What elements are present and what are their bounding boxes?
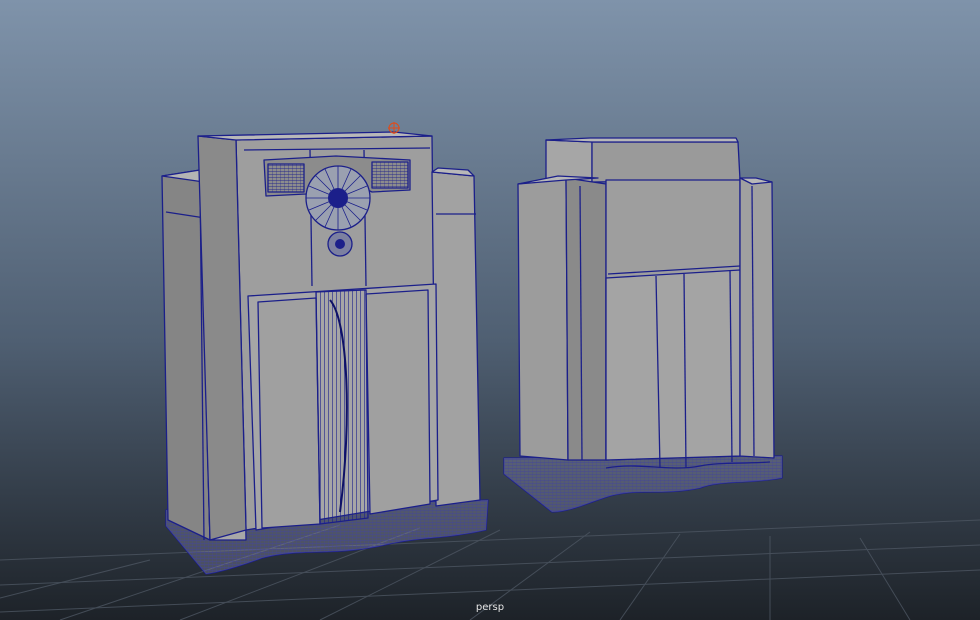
radio-cabinet-front[interactable] (161, 122, 489, 575)
camera-name-label: persp (475, 602, 505, 613)
cabinet-back-right-wing (739, 177, 775, 459)
viewport-background (0, 0, 980, 620)
cabinet-back-left-wing (517, 177, 569, 461)
radio-cabinet-back[interactable] (503, 137, 783, 513)
cabinet-back-top-block (545, 139, 593, 183)
perspective-viewport[interactable]: persp (0, 0, 980, 620)
left-vent-panel (267, 163, 305, 193)
cabinet-front-right-wing (431, 171, 481, 507)
right-vent-panel (371, 161, 409, 189)
scene-canvas[interactable] (0, 0, 980, 620)
